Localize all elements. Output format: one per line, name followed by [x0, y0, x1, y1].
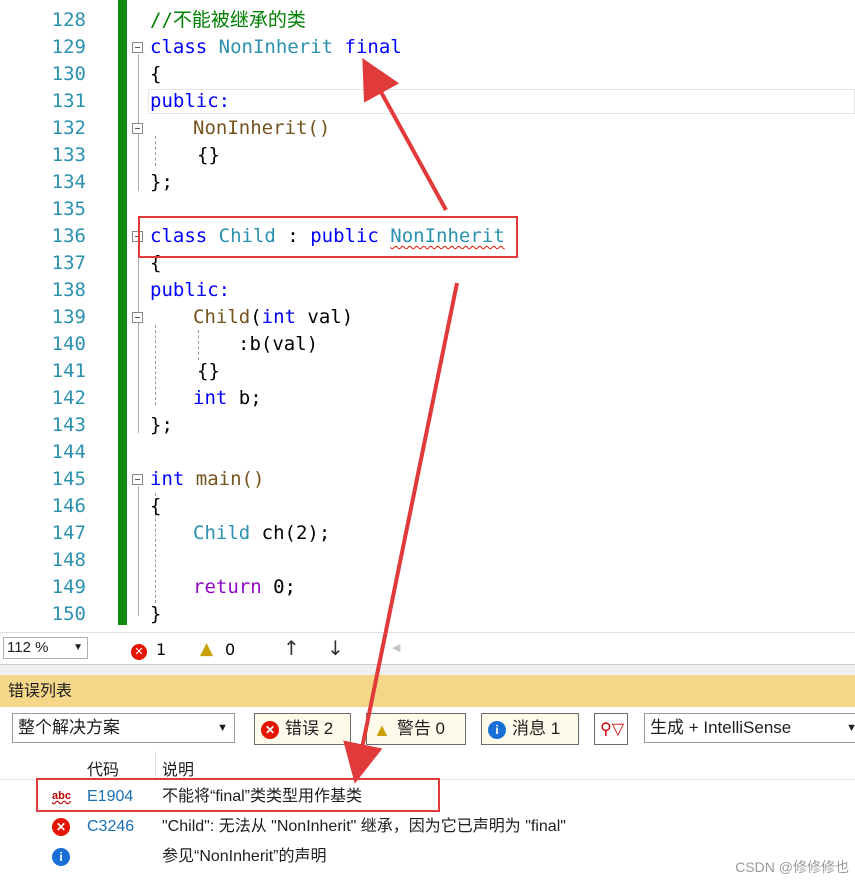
line-number: 133 [51, 144, 86, 166]
line-number: 130 [51, 63, 86, 85]
fold-toggle[interactable] [132, 123, 143, 134]
arrow-down-icon[interactable]: ↓ [327, 636, 344, 660]
line-number: 150 [51, 603, 86, 625]
error-row[interactable]: ✕ C3246 "Child": 无法从 "NonInherit" 继承，因为它… [0, 811, 855, 842]
warning-count-icon[interactable]: ▲ [200, 639, 213, 659]
code-line-145: int main() [150, 468, 265, 490]
line-number: 149 [51, 576, 86, 598]
indent-guide [198, 330, 199, 360]
line-number: 142 [51, 387, 86, 409]
annotation-box-e1904 [36, 778, 440, 812]
error-count: 1 [156, 640, 167, 659]
error-icon: ✕ [52, 818, 70, 836]
annotation-box-class-child [138, 216, 518, 258]
watermark: CSDN @修修修也 [735, 859, 849, 875]
line-number: 135 [51, 198, 86, 220]
editor-status-bar: 112 % ▼ ✕ 1 ▲ 0 ↑ ↓ ◀ [0, 632, 855, 665]
zoom-dropdown[interactable]: 112 % ▼ [3, 637, 88, 659]
build-filter-dropdown[interactable]: 生成 + IntelliSense ▼ [644, 713, 855, 743]
code-line-131: public: [150, 90, 231, 112]
error-description: "Child": 无法从 "NonInherit" 继承，因为它已声明为 "fi… [162, 818, 566, 835]
code-line-133: {} [197, 144, 220, 166]
filter-icon: ⚲▽ [600, 721, 625, 738]
info-icon: i [488, 720, 506, 739]
line-number: 128 [51, 9, 86, 31]
code-line-134: }; [150, 171, 173, 193]
line-number: 138 [51, 279, 86, 301]
code-line-142: int b; [193, 387, 262, 409]
info-icon: i [52, 848, 70, 866]
line-number: 129 [51, 36, 86, 58]
column-header-code[interactable]: 代码 [87, 756, 119, 780]
code-line-139: Child(int val) [193, 306, 354, 328]
scope-dropdown[interactable]: 整个解决方案 ▼ [12, 713, 235, 743]
filter-button[interactable]: ⚲▽ [594, 713, 628, 745]
line-number: 140 [51, 333, 86, 355]
fold-toggle[interactable] [132, 42, 143, 53]
code-line-141: {} [197, 360, 220, 382]
line-number: 147 [51, 522, 86, 544]
line-number: 144 [51, 441, 86, 463]
line-number: 148 [51, 549, 86, 571]
error-count-icon[interactable]: ✕ [131, 640, 147, 660]
column-divider[interactable] [155, 751, 156, 779]
code-line-143: }; [150, 414, 173, 436]
code-line-130: { [150, 63, 162, 85]
warnings-filter-button[interactable]: ▲ 警告 0 [366, 713, 466, 745]
code-line-129: class NonInherit final [150, 36, 402, 58]
error-icon: ✕ [261, 720, 279, 739]
line-number: 143 [51, 414, 86, 436]
fold-toggle[interactable] [132, 312, 143, 323]
warning-count: 0 [225, 640, 236, 659]
messages-filter-button[interactable]: i 消息 1 [481, 713, 579, 745]
error-list-header: 代码 说明 [0, 751, 855, 780]
fold-guide [138, 486, 139, 616]
errors-filter-button[interactable]: ✕ 错误 2 [254, 713, 351, 745]
line-number: 146 [51, 495, 86, 517]
line-number: 136 [51, 225, 86, 247]
code-line-138: public: [150, 279, 231, 301]
code-line-149: return 0; [193, 576, 296, 598]
code-line-132: NonInherit() [193, 117, 331, 139]
code-line-146: { [150, 495, 162, 517]
error-code[interactable]: C3246 [87, 811, 134, 842]
line-number: 139 [51, 306, 86, 328]
line-number: 145 [51, 468, 86, 490]
error-row[interactable]: i 参见“NonInherit”的声明 [0, 841, 855, 872]
code-line-147: Child ch(2); [193, 522, 331, 544]
current-line-highlight [148, 89, 855, 114]
chevron-down-icon: ▼ [217, 722, 228, 734]
line-number: 131 [51, 90, 86, 112]
chevron-down-icon: ▼ [73, 642, 83, 653]
chevron-down-icon: ▼ [846, 722, 855, 734]
line-number: 137 [51, 252, 86, 274]
line-number: 141 [51, 360, 86, 382]
code-line-150: } [150, 603, 162, 625]
line-number: 132 [51, 117, 86, 139]
warning-icon: ▲ [373, 719, 391, 740]
scroll-left-icon[interactable]: ◀ [392, 641, 400, 654]
fold-toggle[interactable] [132, 474, 143, 485]
error-description: 参见“NonInherit”的声明 [162, 848, 327, 865]
arrow-up-icon[interactable]: ↑ [283, 636, 300, 660]
change-tracking-bar [118, 0, 127, 625]
error-list-title: 错误列表 [0, 675, 855, 707]
indent-guide [155, 136, 156, 166]
column-header-desc[interactable]: 说明 [162, 756, 194, 780]
code-line-140: :b(val) [238, 333, 319, 355]
code-editor[interactable]: 128 129 130 131 132 133 134 135 136 137 … [0, 0, 855, 632]
fold-guide [138, 243, 139, 433]
code-comment: //不能被继承的类 [150, 9, 306, 31]
indent-guide [155, 325, 156, 405]
line-number: 134 [51, 171, 86, 193]
